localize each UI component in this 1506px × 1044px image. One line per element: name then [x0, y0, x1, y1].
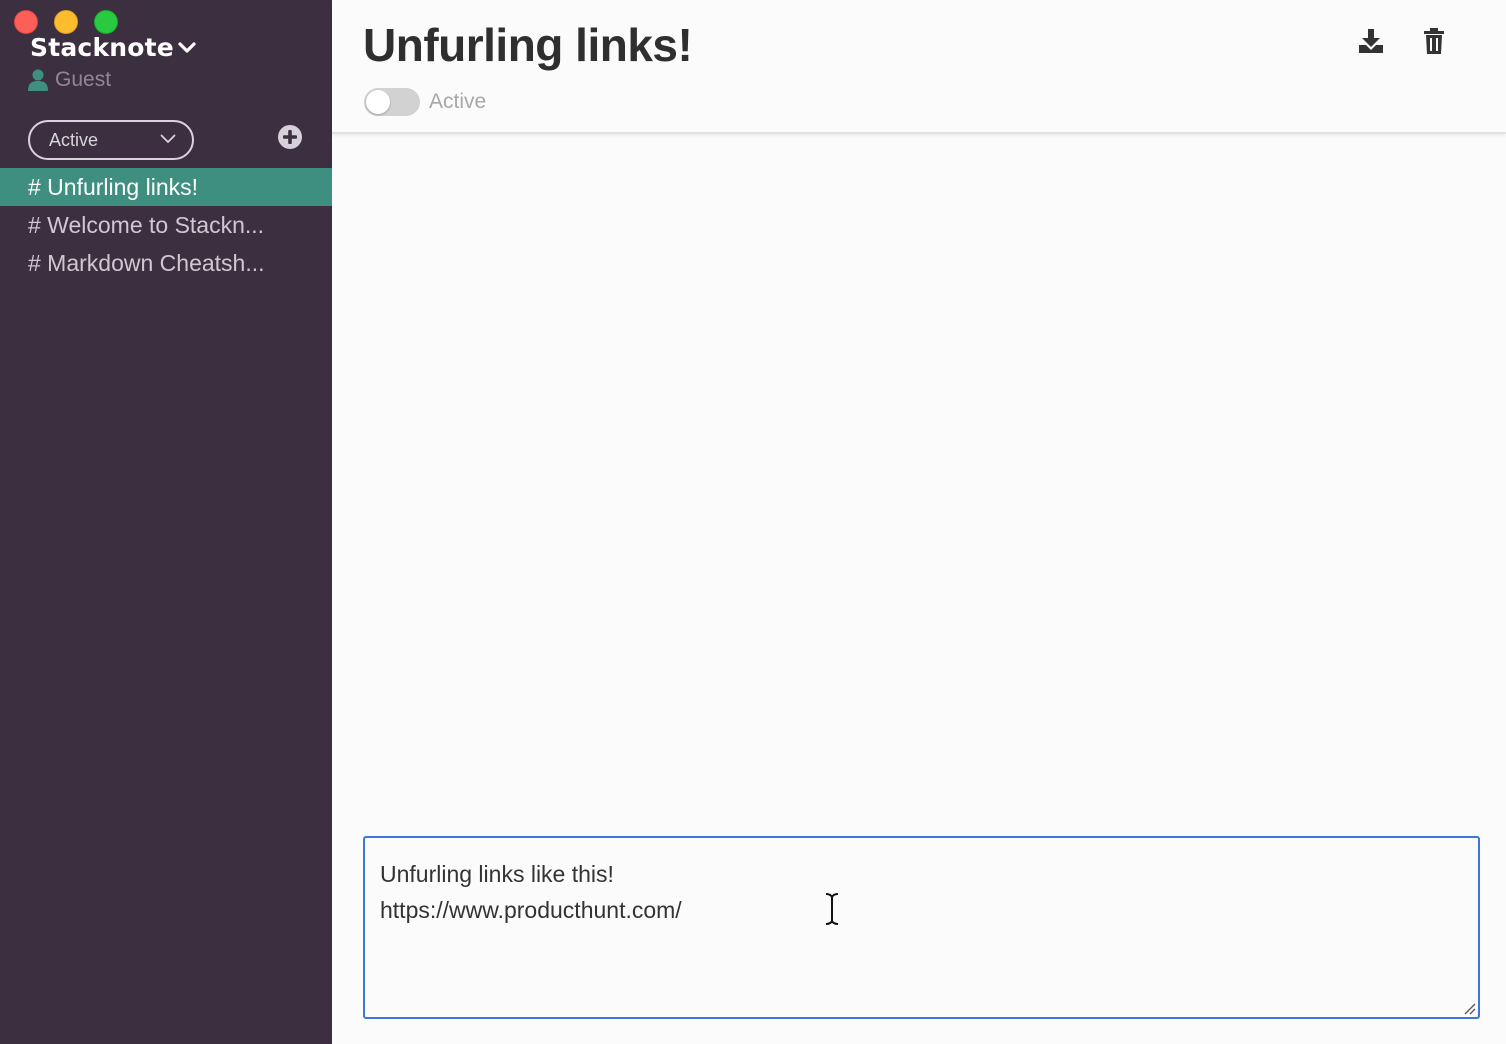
- toggle-knob: [366, 90, 390, 114]
- active-toggle[interactable]: [364, 88, 420, 116]
- delete-button[interactable]: [1419, 26, 1449, 56]
- note-title[interactable]: Unfurling links!: [363, 18, 693, 72]
- plus-circle-icon[interactable]: [278, 125, 302, 149]
- note-list-item[interactable]: # Markdown Cheatsh...: [0, 244, 332, 282]
- editor-line: https://www.producthunt.com/: [380, 897, 682, 923]
- editor-line: Unfurling links like this!: [380, 861, 614, 887]
- download-button[interactable]: [1356, 26, 1386, 56]
- workspace-switcher[interactable]: Stacknote: [30, 33, 196, 62]
- note-list-item[interactable]: # Unfurling links!: [0, 168, 332, 206]
- filter-value: Active: [49, 129, 99, 150]
- user-icon: [28, 69, 48, 91]
- sidebar: Stacknote Guest Active # Unfurling links…: [0, 0, 332, 1044]
- user-info: Guest: [28, 68, 111, 92]
- download-icon: [1359, 29, 1383, 53]
- user-name: Guest: [55, 68, 112, 91]
- main-pane: Unfurling links! Active Unfurling links …: [332, 0, 1506, 1044]
- note-editor-textarea[interactable]: Unfurling links like this! https://www.p…: [363, 836, 1480, 1019]
- note-list-item[interactable]: # Welcome to Stackn...: [0, 206, 332, 244]
- note-list: # Unfurling links! # Welcome to Stackn..…: [0, 168, 332, 282]
- window-minimize-button[interactable]: [54, 10, 78, 34]
- window-maximize-button[interactable]: [94, 10, 118, 34]
- note-filter-select[interactable]: Active: [28, 120, 194, 160]
- note-header: Unfurling links! Active: [332, 0, 1506, 134]
- resize-handle-icon[interactable]: [1462, 1001, 1476, 1015]
- text-cursor-icon: [825, 893, 839, 925]
- chevron-down-icon: [160, 134, 176, 143]
- app-name: Stacknote: [30, 33, 174, 62]
- window-close-button[interactable]: [14, 10, 38, 34]
- trash-icon: [1424, 28, 1444, 54]
- toggle-label: Active: [429, 90, 487, 113]
- chevron-down-icon: [178, 41, 196, 53]
